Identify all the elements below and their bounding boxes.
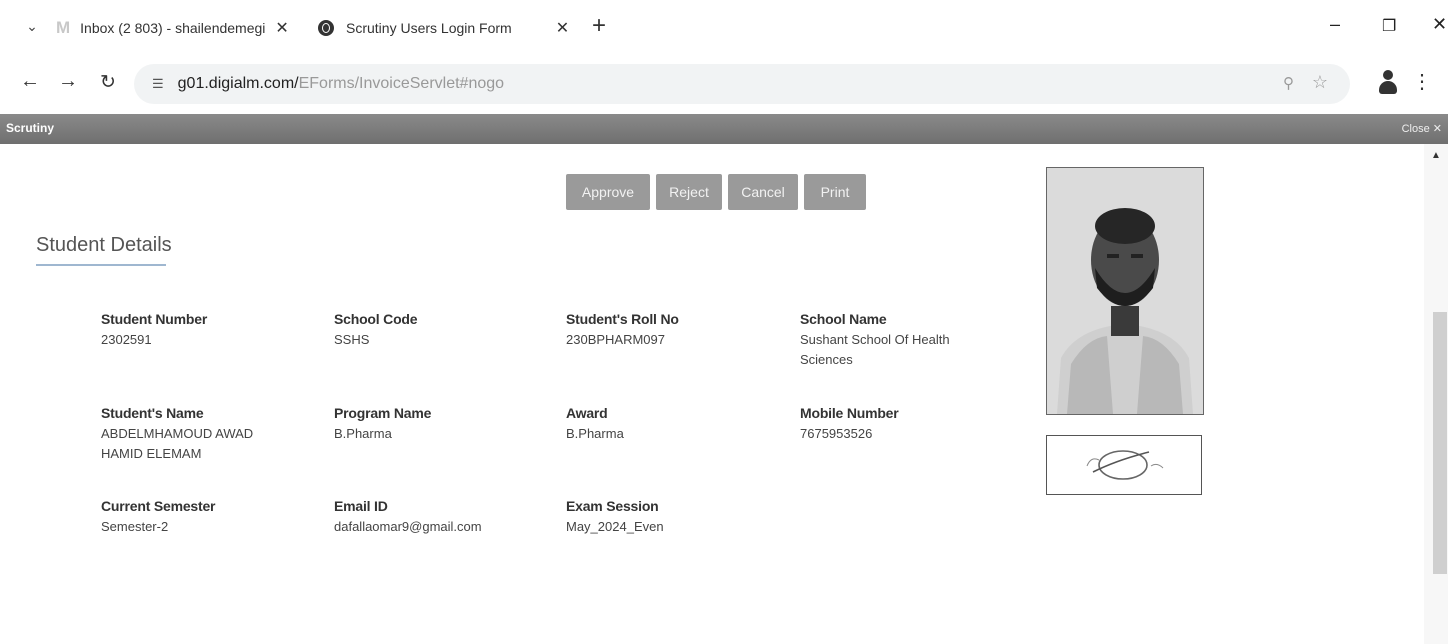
field-exam-session: Exam Session May_2024_Even: [566, 498, 776, 537]
field-program-name: Program Name B.Pharma: [334, 405, 544, 444]
field-label: Current Semester: [101, 498, 216, 514]
url-bar[interactable]: ☰ g01.digialm.com/EForms/InvoiceServlet#…: [134, 64, 1350, 104]
tab-search-chevron-icon[interactable]: ⌄: [22, 14, 42, 38]
new-tab-icon[interactable]: +: [592, 12, 606, 40]
field-value: 230BPHARM097: [566, 332, 665, 347]
field-school-name: School Name Sushant School Of Health Sci…: [800, 311, 990, 370]
cancel-button[interactable]: Cancel: [728, 174, 798, 210]
field-value: ABDELMHAMOUD AWAD HAMID ELEMAM: [101, 426, 254, 461]
section-title: Student Details: [36, 234, 172, 256]
field-roll-no: Student's Roll No 230BPHARM097: [566, 311, 776, 350]
site-settings-icon[interactable]: ☰: [152, 76, 164, 92]
field-value: Semester-2: [101, 519, 169, 534]
field-mobile-number: Mobile Number 7675953526: [800, 405, 1010, 444]
window-close-icon[interactable]: ✕: [1432, 14, 1447, 35]
forward-arrow-icon[interactable]: →: [58, 70, 78, 93]
field-label: Student's Name: [101, 405, 204, 421]
tab-inbox[interactable]: M Inbox (2 803) - shailendemegi ✕: [56, 8, 306, 48]
dialog-header: Scrutiny Close ✕: [0, 114, 1448, 144]
tab-title: Inbox (2 803) - shailendemegi: [80, 20, 266, 36]
field-student-number: Student Number 2302591: [101, 311, 311, 350]
field-label: Exam Session: [566, 498, 659, 514]
field-student-name: Student's Name ABDELMHAMOUD AWAD HAMID E…: [101, 405, 281, 464]
back-arrow-icon[interactable]: ←: [20, 70, 40, 93]
scrollbar-thumb[interactable]: [1433, 312, 1447, 574]
profile-avatar-icon[interactable]: [1378, 70, 1398, 96]
print-button[interactable]: Print: [804, 174, 866, 210]
dialog-close-button[interactable]: Close ✕: [1402, 122, 1442, 135]
gmail-icon: M: [56, 18, 71, 37]
scroll-up-arrow-icon[interactable]: ▲: [1431, 150, 1441, 161]
field-label: School Code: [334, 311, 418, 327]
url-text[interactable]: g01.digialm.com/EForms/InvoiceServlet#no…: [178, 75, 504, 93]
bookmark-star-icon[interactable]: ☆: [1312, 72, 1328, 93]
student-photo: [1046, 167, 1204, 415]
action-buttons: Approve Reject Cancel Print: [566, 174, 872, 210]
field-label: Student Number: [101, 311, 208, 327]
field-value: B.Pharma: [334, 426, 392, 441]
field-value: B.Pharma: [566, 426, 624, 441]
globe-icon: [318, 20, 334, 36]
dialog-title: Scrutiny: [6, 121, 55, 135]
signature-image: [1046, 435, 1202, 495]
field-label: School Name: [800, 311, 887, 327]
field-label: Award: [566, 405, 608, 421]
field-value: dafallaomar9@gmail.com: [334, 519, 482, 534]
field-label: Student's Roll No: [566, 311, 679, 327]
close-icon[interactable]: ✕: [275, 18, 288, 38]
minimize-icon[interactable]: –: [1330, 14, 1340, 35]
field-label: Program Name: [334, 405, 432, 421]
address-toolbar: ← → ↻ ☰ g01.digialm.com/EForms/InvoiceSe…: [0, 56, 1448, 112]
restore-icon[interactable]: ❐: [1382, 16, 1396, 36]
field-value: May_2024_Even: [566, 519, 664, 534]
vertical-scrollbar[interactable]: ▲: [1424, 144, 1448, 644]
tab-title: Scrutiny Users Login Form: [346, 20, 512, 36]
browser-tab-bar: ⌄ M Inbox (2 803) - shailendemegi ✕ Scru…: [0, 0, 1448, 56]
field-award: Award B.Pharma: [566, 405, 776, 444]
zoom-icon[interactable]: ⚲: [1283, 74, 1294, 92]
field-email-id: Email ID dafallaomar9@gmail.com: [334, 498, 544, 537]
field-value: Sushant School Of Health Sciences: [800, 332, 950, 367]
approve-button[interactable]: Approve: [566, 174, 650, 210]
field-value: 7675953526: [800, 426, 873, 441]
reload-icon[interactable]: ↻: [100, 71, 116, 94]
reject-button[interactable]: Reject: [656, 174, 722, 210]
field-label: Mobile Number: [800, 405, 899, 421]
field-value: 2302591: [101, 332, 152, 347]
field-current-semester: Current Semester Semester-2: [101, 498, 311, 537]
field-label: Email ID: [334, 498, 388, 514]
menu-kebab-icon[interactable]: ⋮: [1412, 70, 1432, 94]
tab-scrutiny[interactable]: Scrutiny Users Login Form ✕: [318, 8, 578, 48]
field-school-code: School Code SSHS: [334, 311, 544, 350]
dialog-content: Approve Reject Cancel Print Student Deta…: [0, 144, 1424, 644]
field-value: SSHS: [334, 332, 370, 347]
close-icon[interactable]: ✕: [556, 18, 569, 38]
section-underline: [36, 264, 166, 266]
